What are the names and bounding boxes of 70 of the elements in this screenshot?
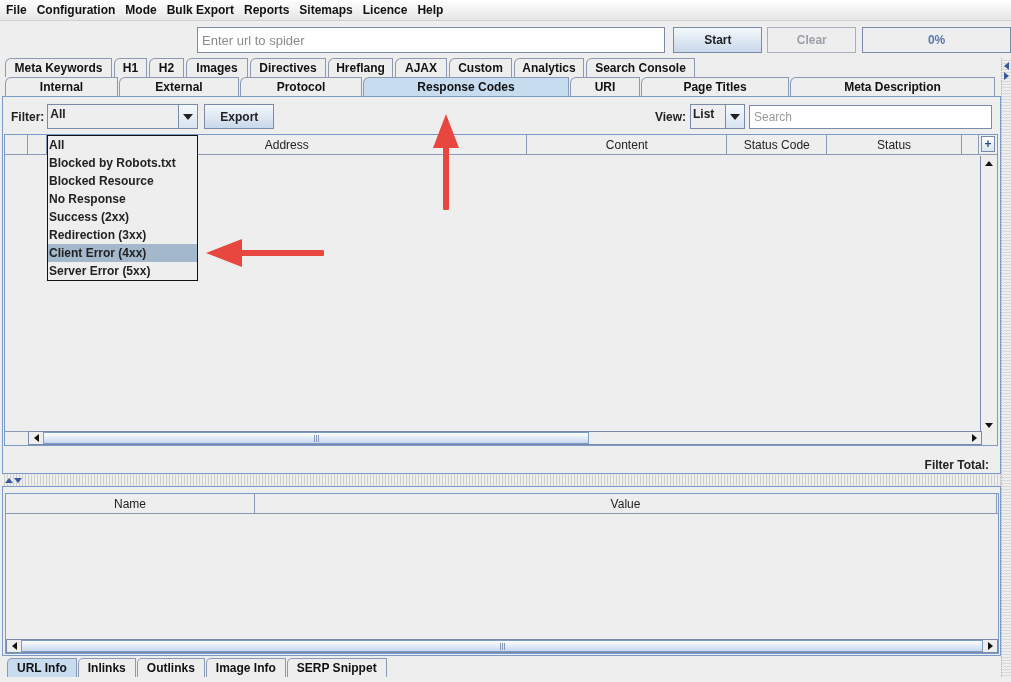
tab[interactable]: Search Console <box>586 58 695 77</box>
tab[interactable]: Images <box>186 58 248 77</box>
dropdown-option[interactable]: Redirection (3xx) <box>48 226 197 244</box>
tab[interactable]: Analytics <box>514 58 584 77</box>
scrollbar-thumb[interactable] <box>21 640 983 652</box>
left-arrow-icon <box>11 642 17 650</box>
filter-label: Filter: <box>11 109 45 124</box>
tab[interactable]: Protocol <box>240 77 362 96</box>
menu-item[interactable]: Licence <box>357 3 413 17</box>
menu-item[interactable]: Bulk Export <box>161 3 239 17</box>
left-arrow-icon[interactable] <box>1004 62 1009 70</box>
left-arrow-icon <box>33 434 39 442</box>
up-arrow-icon <box>985 160 993 166</box>
menu-item[interactable]: Sitemaps <box>294 3 358 17</box>
menu-item[interactable]: Help <box>412 3 449 17</box>
caret-icon <box>183 113 194 120</box>
tab[interactable]: Custom <box>449 58 512 77</box>
search-field[interactable]: Search <box>749 104 992 129</box>
tab[interactable]: Inlinks <box>77 658 136 677</box>
progress-text: 0% <box>927 33 946 47</box>
filter-total-label: Filter Total: <box>924 458 989 472</box>
column-header[interactable]: Content <box>527 135 728 154</box>
tab[interactable]: H2 <box>149 58 184 77</box>
tab[interactable]: Page Titles <box>641 77 789 96</box>
filter-dropdown[interactable]: All <box>47 104 199 129</box>
dropdown-option[interactable]: Blocked by Robots.txt <box>48 154 197 172</box>
scrollbar-thumb[interactable] <box>43 432 589 444</box>
dropdown-option[interactable]: Server Error (5xx) <box>48 262 197 280</box>
up-arrow-icon[interactable] <box>5 477 13 483</box>
tab[interactable]: URI <box>570 77 640 96</box>
caret-icon <box>730 113 740 120</box>
dropdown-option[interactable]: No Response <box>48 190 197 208</box>
tab[interactable]: Image Info <box>205 658 286 677</box>
horizontal-scrollbar[interactable] <box>6 639 998 653</box>
tab[interactable]: URL Info <box>7 658 77 677</box>
url-field[interactable]: Enter url to spider <box>197 27 666 53</box>
down-arrow-icon[interactable] <box>14 477 22 483</box>
menu-item[interactable]: Configuration <box>31 3 121 17</box>
dropdown-option[interactable]: Blocked Resource <box>48 172 197 190</box>
view-label: View: <box>654 109 686 124</box>
start-button[interactable]: Start <box>673 27 763 53</box>
dropdown-option[interactable]: Success (2xx) <box>48 208 197 226</box>
dropdown-option[interactable]: Client Error (4xx) <box>48 244 197 262</box>
tab[interactable]: Response Codes <box>363 77 569 96</box>
column-header[interactable]: Value <box>255 494 997 513</box>
right-arrow-icon <box>987 642 993 650</box>
export-button[interactable]: Export <box>204 104 275 129</box>
tab[interactable]: Internal <box>5 77 118 96</box>
dropdown-option[interactable]: All <box>48 136 197 154</box>
tab[interactable]: External <box>119 77 239 96</box>
right-arrow-icon <box>971 434 977 442</box>
tab[interactable]: Hreflang <box>328 58 393 77</box>
menu-item[interactable]: File <box>1 3 32 17</box>
column-header[interactable]: Status Code <box>727 135 828 154</box>
down-arrow-icon <box>985 422 993 428</box>
tab[interactable]: SERP Snippet <box>286 658 387 677</box>
menu-item[interactable]: Reports <box>239 3 295 17</box>
tab[interactable]: Meta Description <box>790 77 995 96</box>
tab[interactable]: AJAX <box>395 58 447 77</box>
tab[interactable]: Outlinks <box>136 658 205 677</box>
horizontal-scrollbar[interactable] <box>28 431 982 445</box>
column-header[interactable]: Name <box>6 494 255 513</box>
right-arrow-icon[interactable] <box>1004 72 1009 80</box>
tab[interactable]: Directives <box>250 58 326 77</box>
menu-item[interactable]: Mode <box>120 3 162 17</box>
view-dropdown[interactable]: List <box>690 104 745 129</box>
add-column-button[interactable]: + <box>981 136 995 152</box>
tab[interactable]: Meta Keywords <box>5 58 112 77</box>
tab[interactable]: H1 <box>114 58 147 77</box>
column-header[interactable]: Status <box>827 135 963 154</box>
